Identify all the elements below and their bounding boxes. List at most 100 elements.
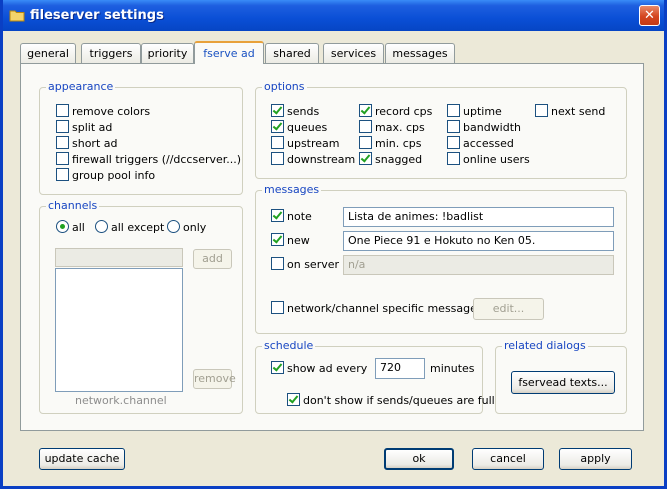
new-label: new [287, 234, 310, 247]
add-channel-button[interactable]: add [193, 249, 232, 269]
sends-checkbox[interactable]: sends [271, 104, 319, 118]
checkbox-box[interactable] [56, 168, 69, 181]
checkbox-box[interactable] [271, 104, 284, 117]
downstream-checkbox[interactable]: downstream [271, 152, 355, 166]
checkbox-box[interactable] [271, 301, 284, 314]
show-ad-every-label: show ad every [287, 362, 368, 375]
radio-dot[interactable] [95, 220, 108, 233]
radio-dot[interactable] [167, 220, 180, 233]
remove-colors-checkbox[interactable]: remove colors [56, 104, 150, 118]
short-ad-checkbox[interactable]: short ad [56, 136, 118, 150]
online-users-label: online users [463, 153, 530, 166]
checkbox-box[interactable] [359, 120, 372, 133]
record-cps-checkbox[interactable]: record cps [359, 104, 432, 118]
show-ad-every-checkbox[interactable]: show ad every [271, 361, 367, 375]
next-send-label: next send [551, 105, 606, 118]
uptime-checkbox[interactable]: uptime [447, 104, 502, 118]
edit-messages-button[interactable]: edit... [473, 298, 544, 320]
checkbox-box[interactable] [56, 152, 69, 165]
checkbox-box[interactable] [271, 233, 284, 246]
tab-general[interactable]: general [20, 43, 76, 63]
checkbox-box[interactable] [359, 104, 372, 117]
checkbox-box[interactable] [271, 209, 284, 222]
tab-services[interactable]: services [323, 43, 384, 63]
channel-input[interactable] [55, 248, 183, 267]
accessed-label: accessed [463, 137, 514, 150]
specific-messages-checkbox[interactable]: network/channel specific messages [271, 301, 483, 315]
window-title: fileserver settings [30, 8, 164, 23]
online-users-checkbox[interactable]: online users [447, 152, 530, 166]
minutes-label: minutes [430, 362, 475, 375]
checkbox-box[interactable] [271, 120, 284, 133]
checkbox-box[interactable] [447, 120, 460, 133]
checkbox-box[interactable] [271, 152, 284, 165]
queues-checkbox[interactable]: queues [271, 120, 327, 134]
dont-show-full-checkbox[interactable]: don't show if sends/queues are full [287, 393, 495, 407]
checkbox-box[interactable] [447, 104, 460, 117]
appearance-legend: appearance [46, 80, 116, 93]
tab-shared[interactable]: shared [265, 43, 319, 63]
tab-fserve-ad[interactable]: fserve ad [194, 41, 264, 64]
channels-all-radio[interactable]: all [56, 220, 85, 234]
new-input[interactable]: One Piece 91 e Hokuto no Ken 05. [343, 231, 614, 251]
checkbox-box[interactable] [271, 361, 284, 374]
bandwidth-label: bandwidth [463, 121, 521, 134]
messages-legend: messages [262, 183, 322, 196]
interval-input[interactable]: 720 [375, 358, 425, 379]
remove-channel-button[interactable]: remove [193, 369, 236, 389]
related-dialogs-legend: related dialogs [502, 339, 588, 352]
checkbox-box[interactable] [359, 136, 372, 149]
fservead-texts-button[interactable]: fservead texts... [511, 371, 615, 394]
checkbox-box[interactable] [359, 152, 372, 165]
tab-priority[interactable]: priority [141, 43, 194, 63]
min-cps-checkbox[interactable]: min. cps [359, 136, 422, 150]
channel-list[interactable] [55, 268, 183, 392]
ok-button[interactable]: ok [384, 448, 454, 470]
dont-show-full-label: don't show if sends/queues are full [303, 394, 495, 407]
checkbox-box[interactable] [447, 136, 460, 149]
channels-only-radio[interactable]: only [167, 220, 206, 234]
checkbox-box[interactable] [287, 393, 300, 406]
firewall-triggers-checkbox[interactable]: firewall triggers (//dccserver...) [56, 152, 241, 166]
max-cps-checkbox[interactable]: max. cps [359, 120, 425, 134]
snagged-label: snagged [375, 153, 423, 166]
channels-legend: channels [46, 199, 100, 212]
note-checkbox[interactable]: note [271, 209, 312, 223]
close-button[interactable]: ✕ [639, 5, 660, 26]
snagged-checkbox[interactable]: snagged [359, 152, 422, 166]
update-cache-button[interactable]: update cache [39, 448, 125, 470]
uptime-label: uptime [463, 105, 502, 118]
bandwidth-checkbox[interactable]: bandwidth [447, 120, 521, 134]
close-icon: ✕ [644, 8, 655, 23]
next-send-checkbox[interactable]: next send [535, 104, 605, 118]
note-input[interactable]: Lista de animes: !badlist [343, 207, 614, 227]
checkbox-box[interactable] [56, 136, 69, 149]
folder-icon [9, 10, 25, 22]
checkbox-box[interactable] [56, 120, 69, 133]
checkbox-box[interactable] [271, 257, 284, 270]
group-pool-info-checkbox[interactable]: group pool info [56, 168, 155, 182]
checkbox-box[interactable] [447, 152, 460, 165]
upstream-label: upstream [287, 137, 340, 150]
min-cps-label: min. cps [375, 137, 422, 150]
checkbox-box[interactable] [56, 104, 69, 117]
accessed-checkbox[interactable]: accessed [447, 136, 514, 150]
split-ad-checkbox[interactable]: split ad [56, 120, 112, 134]
apply-button[interactable]: apply [559, 448, 632, 470]
upstream-checkbox[interactable]: upstream [271, 136, 340, 150]
checkbox-box[interactable] [271, 136, 284, 149]
new-checkbox[interactable]: new [271, 233, 310, 247]
all-except-label: all except [111, 221, 165, 234]
split-ad-label: split ad [72, 121, 113, 134]
short-ad-label: short ad [72, 137, 118, 150]
queues-label: queues [287, 121, 328, 134]
tab-triggers[interactable]: triggers [81, 43, 141, 63]
on-server-checkbox[interactable]: on server [271, 257, 339, 271]
cancel-button[interactable]: cancel [472, 448, 544, 470]
on-server-input[interactable]: n/a [343, 255, 614, 275]
radio-dot[interactable] [56, 220, 69, 233]
checkbox-box[interactable] [535, 104, 548, 117]
title-bar[interactable]: fileserver settings ✕ [3, 0, 664, 31]
channels-all-except-radio[interactable]: all except [95, 220, 164, 234]
tab-messages[interactable]: messages [385, 43, 455, 63]
